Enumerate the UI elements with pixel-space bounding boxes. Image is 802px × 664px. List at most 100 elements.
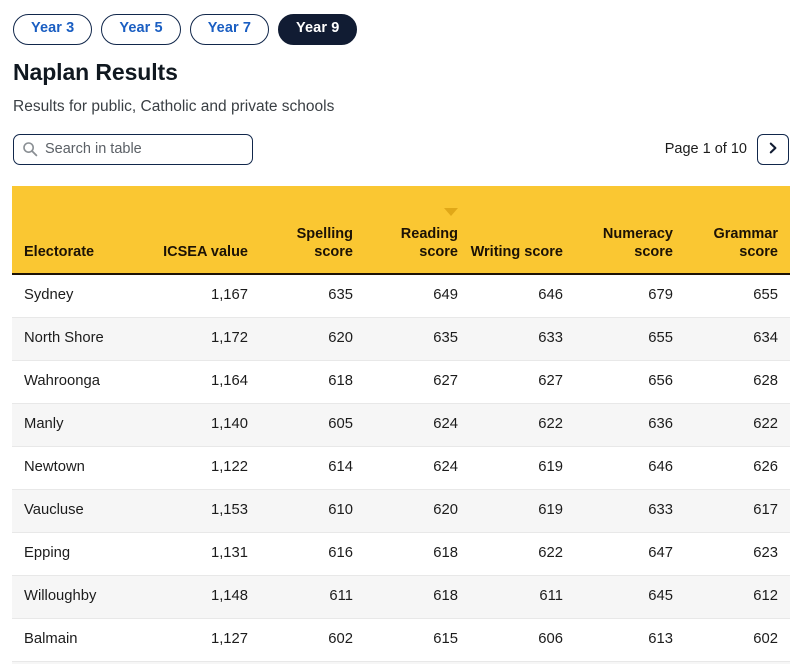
cell-writing: 611	[470, 575, 575, 619]
cell-icsea: 1,164	[160, 360, 260, 404]
cell-icsea: 1,127	[160, 618, 260, 662]
cell-grammar: 622	[685, 403, 790, 447]
cell-electorate: Balmain	[12, 618, 160, 662]
cell-grammar: 655	[685, 273, 790, 318]
cell-grammar: 626	[685, 446, 790, 490]
cell-spelling: 611	[260, 575, 365, 619]
cell-spelling: 618	[260, 360, 365, 404]
cell-spelling: 614	[260, 446, 365, 490]
cell-reading: 618	[365, 575, 470, 619]
page-indicator: Page 1 of 10	[664, 141, 747, 158]
cell-numeracy: 647	[575, 532, 685, 576]
cell-electorate: North Shore	[12, 317, 160, 361]
search-input[interactable]	[45, 141, 244, 158]
pagination: Page 1 of 10	[664, 133, 789, 165]
cell-writing: 606	[470, 618, 575, 662]
cell-electorate: Newtown	[12, 446, 160, 490]
cell-numeracy: 679	[575, 273, 685, 318]
cell-electorate: Vaucluse	[12, 489, 160, 533]
next-page-button[interactable]	[757, 133, 789, 165]
cell-reading: 649	[365, 273, 470, 318]
cell-numeracy: 656	[575, 360, 685, 404]
table-row[interactable]: North Shore 1,172 620 635 633 655 634	[12, 317, 790, 361]
cell-writing: 622	[470, 532, 575, 576]
search-icon	[22, 141, 38, 157]
cell-reading: 635	[365, 317, 470, 361]
cell-reading: 627	[365, 360, 470, 404]
year-tab-3[interactable]: Year 7	[189, 14, 270, 45]
column-header-label: Reading score	[400, 225, 458, 260]
column-header-grammar-score[interactable]: Grammar score	[685, 185, 790, 275]
cell-electorate: Wahroonga	[12, 360, 160, 404]
cell-icsea: 1,167	[160, 273, 260, 318]
cell-icsea: 1,131	[160, 532, 260, 576]
cell-writing: 627	[470, 360, 575, 404]
cell-grammar: 612	[685, 575, 790, 619]
table-row[interactable]: Epping 1,131 616 618 622 647 623	[12, 532, 790, 576]
cell-icsea: 1,122	[160, 446, 260, 490]
column-header-writing-score[interactable]: Writing score	[470, 185, 575, 275]
page-root: Year 3 Year 5 Year 7 Year 9 Naplan Results …	[0, 0, 802, 664]
naplan-results-table: Electorate ICSEA value Spelling score Readi…	[12, 185, 790, 664]
cell-electorate: Manly	[12, 403, 160, 447]
cell-spelling: 635	[260, 273, 365, 318]
cell-grammar: 623	[685, 532, 790, 576]
cell-reading: 624	[365, 446, 470, 490]
cell-spelling: 610	[260, 489, 365, 533]
cell-writing: 633	[470, 317, 575, 361]
cell-spelling: 605	[260, 403, 365, 447]
table-header: Electorate ICSEA value Spelling score Readi…	[12, 185, 790, 275]
table-row[interactable]: Newtown 1,122 614 624 619 646 626	[12, 446, 790, 490]
year-tab-4[interactable]: Year 9	[278, 14, 358, 45]
column-header-electorate[interactable]: Electorate	[12, 185, 160, 275]
table-toolbar: Page 1 of 10	[13, 133, 789, 165]
cell-spelling: 616	[260, 532, 365, 576]
cell-reading: 615	[365, 618, 470, 662]
cell-numeracy: 655	[575, 317, 685, 361]
cell-icsea: 1,153	[160, 489, 260, 533]
table-row[interactable]: Willoughby 1,148 611 618 611 645 612	[12, 575, 790, 619]
cell-reading: 620	[365, 489, 470, 533]
cell-numeracy: 613	[575, 618, 685, 662]
cell-reading: 618	[365, 532, 470, 576]
cell-writing: 619	[470, 489, 575, 533]
column-header-label: Spelling score	[296, 225, 353, 260]
cell-numeracy: 646	[575, 446, 685, 490]
column-header-icsea-value[interactable]: ICSEA value	[160, 185, 260, 275]
cell-icsea: 1,148	[160, 575, 260, 619]
chevron-right-icon	[766, 141, 780, 158]
table-header-row: Electorate ICSEA value Spelling score Readi…	[12, 185, 790, 275]
table-row[interactable]: Wahroonga 1,164 618 627 627 656 628	[12, 360, 790, 404]
table-row[interactable]: Balmain 1,127 602 615 606 613 602	[12, 618, 790, 662]
cell-grammar: 602	[685, 618, 790, 662]
cell-electorate: Sydney	[12, 273, 160, 318]
column-header-numeracy-score[interactable]: Numeracy score	[575, 185, 685, 275]
search-box[interactable]	[13, 133, 253, 165]
year-tab-2[interactable]: Year 5	[101, 14, 181, 45]
column-header-label: Electorate	[24, 243, 95, 260]
cell-numeracy: 633	[575, 489, 685, 533]
results-table-container: Electorate ICSEA value Spelling score Readi…	[0, 185, 802, 664]
cell-grammar: 628	[685, 360, 790, 404]
table-row[interactable]: Vaucluse 1,153 610 620 619 633 617	[12, 489, 790, 533]
cell-electorate: Epping	[12, 532, 160, 576]
column-header-label: Numeracy score	[602, 225, 673, 260]
cell-icsea: 1,140	[160, 403, 260, 447]
cell-icsea: 1,172	[160, 317, 260, 361]
page-title: Naplan Results	[13, 58, 178, 85]
column-header-spelling-score[interactable]: Spelling score	[260, 185, 365, 275]
cell-writing: 619	[470, 446, 575, 490]
cell-grammar: 617	[685, 489, 790, 533]
cell-writing: 622	[470, 403, 575, 447]
column-header-label: ICSEA value	[163, 243, 248, 260]
year-tab-list: Year 3 Year 5 Year 7 Year 9	[0, 0, 802, 45]
year-tab-1[interactable]: Year 3	[13, 14, 93, 45]
table-body: Sydney 1,167 635 649 646 679 655 North Shore 1,1…	[12, 273, 790, 664]
table-row[interactable]: Sydney 1,167 635 649 646 679 655	[12, 273, 790, 318]
cell-electorate: Willoughby	[12, 575, 160, 619]
cell-numeracy: 645	[575, 575, 685, 619]
table-row[interactable]: Manly 1,140 605 624 622 636 622	[12, 403, 790, 447]
column-header-reading-score[interactable]: Reading score	[365, 185, 470, 275]
page-subtitle: Results for public, Catholic and private…	[13, 97, 335, 115]
cell-spelling: 620	[260, 317, 365, 361]
